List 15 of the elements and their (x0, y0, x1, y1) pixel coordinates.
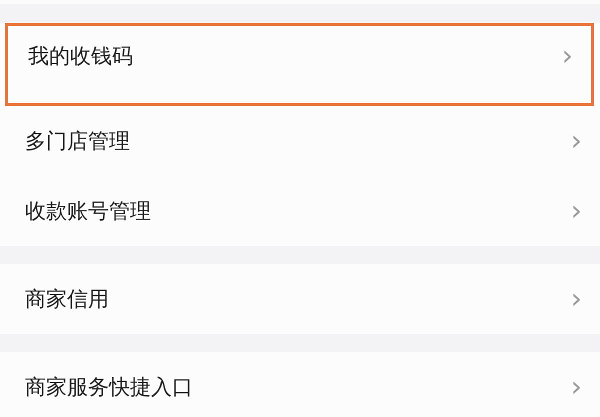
menu-item[interactable]: 多门店管理 › (0, 106, 600, 176)
menu-item[interactable]: 商家服务快捷入口 › (0, 352, 600, 417)
menu-item[interactable]: 收款账号管理 › (0, 176, 600, 246)
chevron: › (562, 42, 573, 70)
menu-item[interactable]: 商家信用 › (0, 264, 600, 334)
chevron: › (570, 373, 582, 401)
menu-item[interactable]: 我的收钱码 › (5, 23, 594, 106)
menu-label: 商家信用 (25, 286, 109, 313)
menu-label: 我的收钱码 (28, 43, 133, 70)
chevron: › (570, 197, 582, 225)
chevron: › (570, 127, 582, 155)
chevron: › (570, 285, 582, 313)
menu-label: 商家服务快捷入口 (25, 374, 193, 401)
menu-label: 收款账号管理 (25, 198, 151, 225)
menu-label: 多门店管理 (25, 128, 130, 155)
